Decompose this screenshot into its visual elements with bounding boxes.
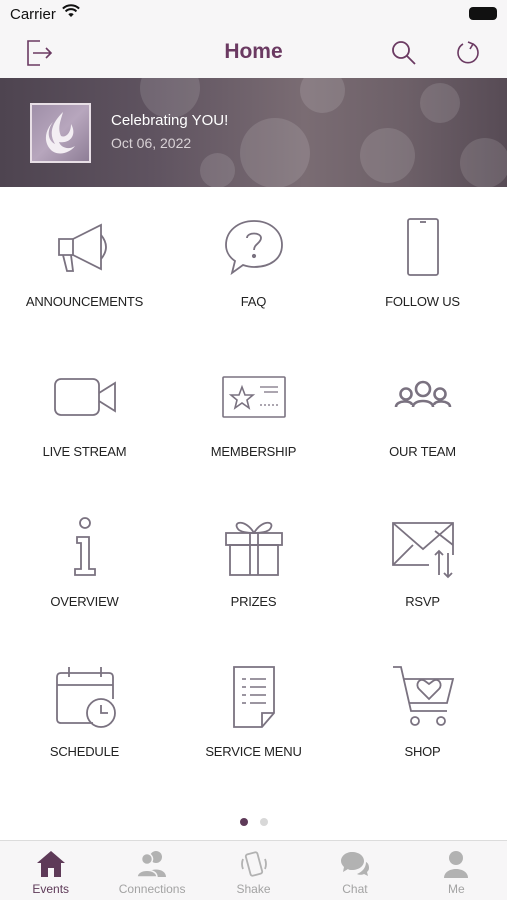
video-camera-icon	[50, 362, 120, 432]
megaphone-icon	[50, 212, 120, 282]
page-dot-1[interactable]	[239, 818, 248, 826]
tile-label: RSVP	[405, 594, 440, 609]
tab-chat[interactable]: Chat	[304, 841, 405, 900]
tile-label: PRIZES	[230, 594, 277, 609]
tile-service-menu[interactable]: SERVICE MENU	[169, 650, 338, 800]
tile-label: SERVICE MENU	[205, 744, 302, 759]
membership-card-icon	[219, 362, 289, 432]
home-icon	[35, 849, 67, 879]
event-banner[interactable]: Celebrating YOU! Oct 06, 2022	[0, 78, 507, 187]
team-icon	[388, 362, 458, 432]
tile-label: MEMBERSHIP	[210, 444, 297, 459]
tile-our-team[interactable]: OUR TEAM	[338, 350, 507, 500]
tile-label: SCHEDULE	[49, 744, 120, 759]
tile-faq[interactable]: FAQ	[169, 200, 338, 350]
tile-schedule[interactable]: SCHEDULE	[0, 650, 169, 800]
search-icon	[392, 41, 416, 65]
person-icon	[440, 849, 472, 879]
event-date: Oct 06, 2022	[111, 135, 192, 151]
tile-live-stream[interactable]: LIVE STREAM	[0, 350, 169, 500]
event-title: Celebrating YOU!	[111, 112, 229, 129]
tile-membership[interactable]: MEMBERSHIP	[169, 350, 338, 500]
envelope-icon	[388, 512, 458, 582]
question-bubble-icon	[219, 212, 289, 282]
shopping-cart-icon	[388, 662, 458, 732]
refresh-button[interactable]	[451, 36, 485, 70]
tab-me[interactable]: Me	[406, 841, 507, 900]
event-logo	[30, 103, 91, 163]
tab-label: Connections	[118, 882, 186, 896]
page-indicator[interactable]	[0, 818, 507, 826]
tab-bar: Events Connections Shake Chat Me	[0, 840, 507, 900]
chat-icon	[339, 849, 371, 879]
tile-shop[interactable]: SHOP	[338, 650, 507, 800]
carrier-label: Carrier	[10, 6, 56, 23]
tile-rsvp[interactable]: RSVP	[338, 500, 507, 650]
tab-label: Me	[447, 882, 465, 896]
wifi-icon	[62, 4, 80, 23]
tab-label: Chat	[342, 882, 368, 896]
tab-label: Shake	[236, 882, 271, 896]
search-button[interactable]	[387, 36, 421, 70]
tab-label: Events	[32, 882, 70, 896]
people-icon	[136, 849, 168, 879]
tab-connections[interactable]: Connections	[101, 841, 202, 900]
tile-prizes[interactable]: PRIZES	[169, 500, 338, 650]
tile-label: ANNOUNCEMENTS	[25, 294, 144, 309]
page-dot-2[interactable]	[259, 818, 268, 826]
tab-events[interactable]: Events	[0, 841, 101, 900]
tile-label: OVERVIEW	[50, 594, 119, 609]
tile-overview[interactable]: OVERVIEW	[0, 500, 169, 650]
flame-logo-icon	[45, 112, 75, 154]
phone-icon	[388, 212, 458, 282]
tile-announcements[interactable]: ANNOUNCEMENTS	[0, 200, 169, 350]
status-bar: Carrier	[0, 0, 507, 28]
document-list-icon	[219, 662, 289, 732]
calendar-clock-icon	[50, 662, 120, 732]
shake-phone-icon	[238, 849, 270, 879]
refresh-icon	[457, 41, 479, 64]
tile-label: OUR TEAM	[389, 444, 456, 459]
tile-label: SHOP	[404, 744, 441, 759]
tile-label: FAQ	[240, 294, 267, 309]
tile-label: FOLLOW US	[385, 294, 460, 309]
nav-bar: Home	[0, 28, 507, 78]
tab-shake[interactable]: Shake	[203, 841, 304, 900]
tile-follow-us[interactable]: FOLLOW US	[338, 200, 507, 350]
gift-icon	[219, 512, 289, 582]
info-icon	[50, 512, 120, 582]
page-title: Home	[224, 40, 283, 63]
battery-icon	[469, 7, 497, 20]
tile-label: LIVE STREAM	[42, 444, 127, 459]
